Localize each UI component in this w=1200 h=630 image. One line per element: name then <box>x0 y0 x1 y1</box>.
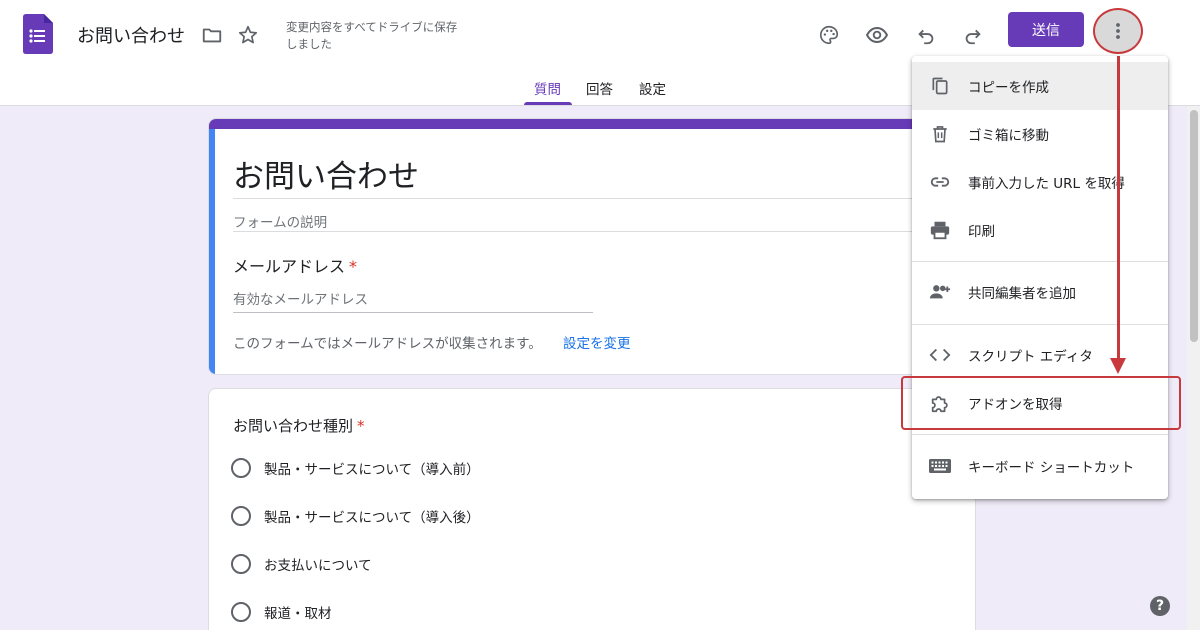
trash-icon <box>928 122 952 146</box>
radio-option[interactable]: 製品・サービスについて（導入後） <box>231 505 480 527</box>
menu-item-script-editor[interactable]: スクリプト エディタ <box>912 331 1168 379</box>
more-options-menu: コピーを作成 ゴミ箱に移動 事前入力した URL を取得 印刷 共同編集者を追加… <box>912 56 1168 499</box>
email-answer-line <box>233 312 593 313</box>
menu-item-keyboard-shortcuts[interactable]: キーボード ショートカット <box>912 442 1168 490</box>
help-icon[interactable]: ? <box>1150 596 1170 616</box>
tab-settings[interactable]: 設定 <box>639 78 666 98</box>
menu-item-label: 事前入力した URL を取得 <box>968 176 1125 192</box>
email-collection-note: このフォームではメールアドレスが収集されます。 <box>233 336 542 352</box>
menu-divider <box>912 261 1168 262</box>
radio-option[interactable]: お支払いについて <box>231 553 372 575</box>
tab-questions[interactable]: 質問 <box>534 78 561 98</box>
code-icon <box>928 343 952 367</box>
menu-item-print[interactable]: 印刷 <box>912 206 1168 254</box>
menu-item-make-copy[interactable]: コピーを作成 <box>912 62 1168 110</box>
radio-option[interactable]: 製品・サービスについて（導入前） <box>231 457 480 479</box>
menu-item-label: コピーを作成 <box>968 80 1049 96</box>
form-header-card[interactable]: お問い合わせ フォームの説明 メールアドレス * 有効なメールアドレス このフォー… <box>208 118 976 375</box>
forms-logo-icon[interactable] <box>23 14 53 54</box>
menu-item-add-collaborators[interactable]: 共同編集者を追加 <box>912 268 1168 316</box>
radio-button[interactable] <box>231 554 251 574</box>
more-vert-icon <box>1116 23 1120 39</box>
required-mark: * <box>357 417 365 435</box>
link-icon <box>928 170 952 194</box>
radio-option[interactable]: 報道・取材 <box>231 601 332 623</box>
question-title-text: お問い合わせ種別 <box>233 417 354 435</box>
radio-option-label: 報道・取材 <box>264 606 332 622</box>
menu-divider <box>912 324 1168 325</box>
tab-responses[interactable]: 回答 <box>586 78 613 98</box>
active-tab-indicator <box>524 102 572 105</box>
radio-button[interactable] <box>231 506 251 526</box>
required-mark: * <box>349 257 358 276</box>
menu-item-label: 印刷 <box>968 224 995 240</box>
scrollbar-thumb[interactable] <box>1190 110 1198 342</box>
form-description-field[interactable]: フォームの説明 <box>233 211 327 231</box>
send-button[interactable]: 送信 <box>1008 12 1084 47</box>
question-card[interactable]: お問い合わせ種別 * 製品・サービスについて（導入前） 製品・サービスについて（導… <box>208 388 976 630</box>
annotation-arrow <box>1117 56 1120 362</box>
radio-option-label: 製品・サービスについて（導入前） <box>264 462 480 478</box>
menu-item-trash[interactable]: ゴミ箱に移動 <box>912 110 1168 158</box>
star-icon[interactable] <box>236 23 260 47</box>
save-status: 変更内容をすべてドライブに保存しました <box>286 20 458 51</box>
more-options-button[interactable] <box>1093 8 1143 54</box>
selected-card-indicator <box>209 129 215 374</box>
menu-item-label: スクリプト エディタ <box>968 349 1093 365</box>
keyboard-icon <box>928 454 952 478</box>
email-question-text: メールアドレス <box>233 257 346 276</box>
print-icon <box>928 218 952 242</box>
email-question-label: メールアドレス * <box>233 253 357 277</box>
question-title: お問い合わせ種別 * <box>233 415 365 436</box>
annotation-highlight-box <box>901 376 1181 430</box>
redo-icon[interactable] <box>961 23 985 47</box>
divider <box>233 198 953 199</box>
undo-icon[interactable] <box>914 23 938 47</box>
radio-option-label: 製品・サービスについて（導入後） <box>264 510 480 526</box>
folder-icon[interactable] <box>200 23 224 47</box>
radio-button[interactable] <box>231 602 251 622</box>
card-accent-bar <box>209 119 975 129</box>
copy-icon <box>928 74 952 98</box>
menu-item-label: 共同編集者を追加 <box>968 286 1076 302</box>
email-answer-placeholder: 有効なメールアドレス <box>233 292 368 308</box>
preview-eye-icon[interactable] <box>865 23 889 47</box>
radio-button[interactable] <box>231 458 251 478</box>
palette-icon[interactable] <box>817 23 841 47</box>
add-people-icon <box>928 280 952 304</box>
menu-item-label: ゴミ箱に移動 <box>968 128 1049 144</box>
menu-item-prefilled-url[interactable]: 事前入力した URL を取得 <box>912 158 1168 206</box>
annotation-arrowhead <box>1110 358 1126 374</box>
document-title[interactable]: お問い合わせ <box>77 22 185 48</box>
divider <box>233 231 953 232</box>
radio-option-label: お支払いについて <box>264 558 372 574</box>
change-settings-link[interactable]: 設定を変更 <box>563 332 631 352</box>
menu-item-label: キーボード ショートカット <box>968 460 1135 476</box>
menu-divider <box>912 434 1168 435</box>
form-title[interactable]: お問い合わせ <box>233 151 419 196</box>
